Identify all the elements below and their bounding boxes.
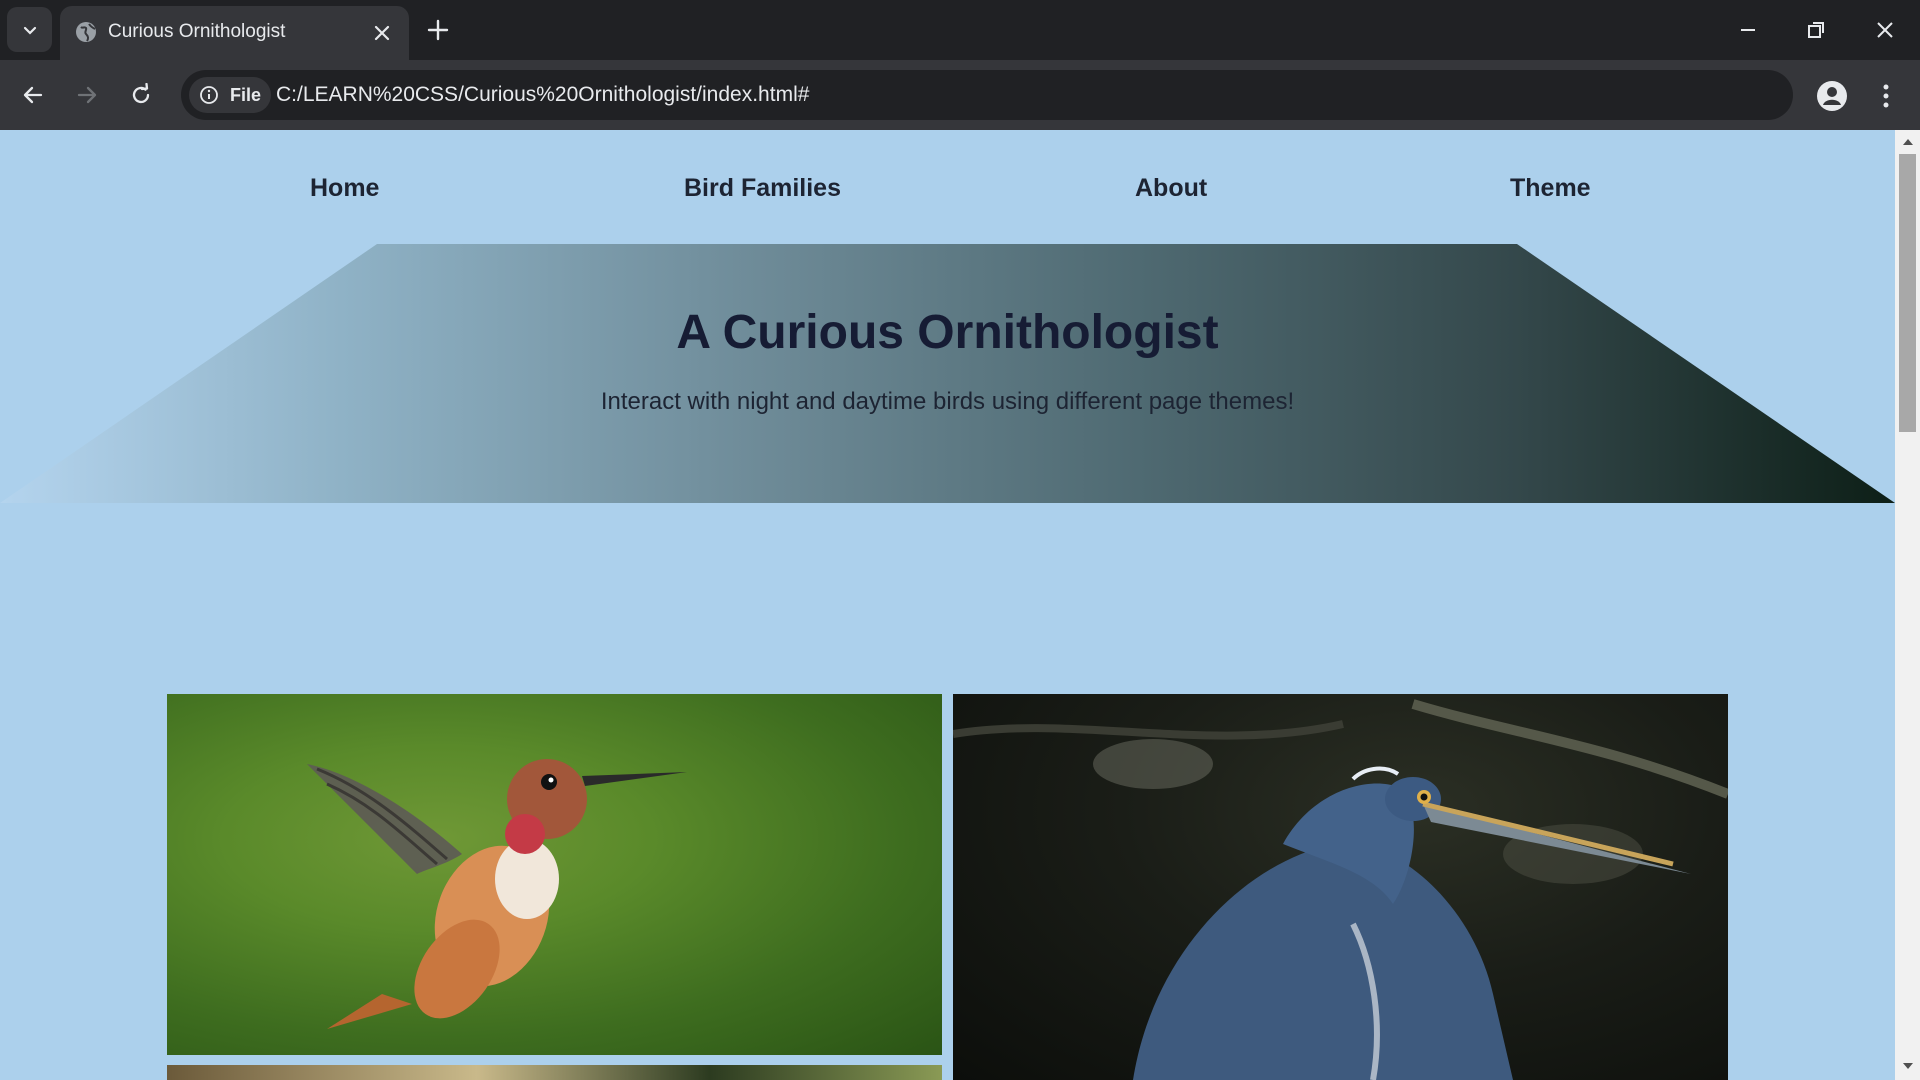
nav-link-bird-families[interactable]: Bird Families xyxy=(684,174,841,203)
scroll-up-arrow-icon[interactable] xyxy=(1900,136,1916,148)
browser-toolbar: File C:/LEARN%20CSS/Curious%20Ornitholog… xyxy=(0,60,1920,130)
close-window-button[interactable] xyxy=(1863,14,1907,46)
nav-link-theme[interactable]: Theme xyxy=(1510,174,1591,203)
page-viewport: Home Bird Families About Theme A Curious… xyxy=(0,130,1895,1080)
url-text[interactable]: C:/LEARN%20CSS/Curious%20Ornithologist/i… xyxy=(276,83,809,107)
address-bar[interactable]: File C:/LEARN%20CSS/Curious%20Ornitholog… xyxy=(181,70,1793,120)
third-bird-photo xyxy=(167,1065,942,1080)
minimize-button[interactable] xyxy=(1726,14,1770,46)
hero-banner xyxy=(0,244,1895,503)
close-icon xyxy=(1877,22,1893,38)
more-vert-icon[interactable] xyxy=(1874,80,1898,112)
site-chip-label: File xyxy=(230,85,262,105)
globe-icon xyxy=(76,22,96,42)
hero-subtitle: Interact with night and daytime birds us… xyxy=(600,388,1295,415)
browser-tab-active[interactable]: Curious Ornithologist xyxy=(60,6,409,60)
info-icon xyxy=(200,86,218,104)
minimize-icon xyxy=(1741,29,1755,31)
browser-tabstrip: Curious Ornithologist xyxy=(0,0,1920,60)
hero-title: A Curious Ornithologist xyxy=(676,306,1219,359)
nav-link-about[interactable]: About xyxy=(1135,174,1207,203)
restore-button[interactable] xyxy=(1794,14,1838,46)
restore-icon xyxy=(1808,22,1824,38)
profile-avatar-icon[interactable] xyxy=(1816,80,1848,112)
reload-icon xyxy=(132,83,150,104)
tab-search-button[interactable] xyxy=(7,7,52,52)
hummingbird-photo xyxy=(167,694,942,1055)
new-tab-plus-icon[interactable] xyxy=(424,16,452,44)
arrow-right-icon xyxy=(77,86,97,104)
forward-button[interactable] xyxy=(70,78,104,112)
nav-link-home[interactable]: Home xyxy=(310,174,379,203)
tricolored-heron-photo xyxy=(953,694,1728,1080)
tab-title: Curious Ornithologist xyxy=(108,21,286,42)
scrollbar-thumb[interactable] xyxy=(1899,154,1916,432)
reload-button[interactable] xyxy=(124,78,158,112)
arrow-left-icon xyxy=(23,86,43,104)
heron-illustration xyxy=(953,699,1728,1080)
hummingbird-illustration xyxy=(307,759,687,1029)
scroll-down-arrow-icon[interactable] xyxy=(1900,1060,1916,1072)
close-icon[interactable] xyxy=(370,21,394,45)
back-button[interactable] xyxy=(16,78,50,112)
site-info-chip[interactable]: File xyxy=(189,77,271,113)
chevron-down-icon xyxy=(23,26,36,35)
